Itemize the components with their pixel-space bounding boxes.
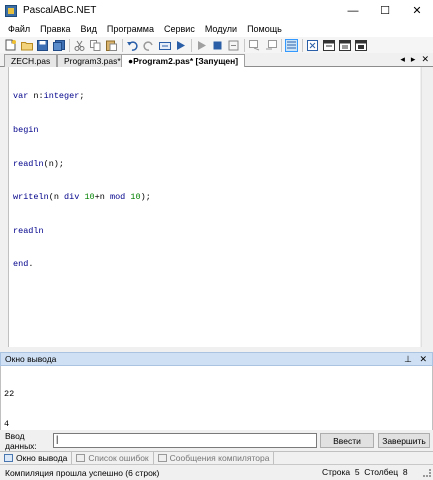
minimize-button[interactable]: — — [337, 0, 369, 21]
input-label: Ввод данных: — [5, 431, 37, 451]
enter-button[interactable]: Ввести — [320, 433, 374, 448]
tab-output-window-label: Окно вывода — [16, 453, 68, 463]
output-close-icon[interactable]: ✕ — [419, 353, 427, 365]
code-line: begin — [13, 125, 39, 135]
paste-icon[interactable] — [105, 39, 118, 52]
debug-icon[interactable] — [306, 39, 319, 52]
compiler-messages-icon — [157, 454, 167, 462]
input-row: Ввод данных: | Ввести Завершить — [0, 431, 433, 451]
cursor-position: Строка 5 Столбец 8 — [322, 467, 408, 477]
status-message: Компиляция прошла успешно (6 строк) — [5, 467, 160, 478]
tab-compiler-messages[interactable]: Сообщения компилятора — [154, 452, 275, 464]
editor-margin — [0, 67, 8, 347]
toolbar — [0, 37, 433, 53]
output-line: 4 — [4, 419, 10, 429]
step-into-icon[interactable] — [248, 39, 261, 52]
menu-edit[interactable]: Правка — [35, 21, 75, 37]
input-field[interactable]: | — [53, 433, 317, 448]
window-icon[interactable] — [322, 39, 335, 52]
status-bar: Компиляция прошла успешно (6 строк) Стро… — [0, 464, 433, 480]
open-icon[interactable] — [20, 39, 33, 52]
tab-error-list-label: Список ошибок — [88, 453, 149, 463]
maximize-button[interactable]: ☐ — [369, 0, 401, 21]
tab-zech[interactable]: ZECH.pas — [4, 54, 58, 67]
tab-close-icon[interactable]: ✕ — [421, 54, 429, 65]
menu-modules[interactable]: Модули — [200, 21, 242, 37]
tab-controls: ◂ ▸ ✕ — [400, 54, 429, 65]
undo-icon[interactable] — [126, 39, 139, 52]
title-bar: PascalABC.NET — ☐ ✕ — [0, 0, 433, 21]
toolbar-separator — [281, 38, 282, 52]
resize-grip-icon[interactable] — [423, 469, 431, 477]
output-panel-header: Окно вывода ⊥ ✕ — [0, 352, 433, 366]
new-file-icon[interactable] — [4, 39, 17, 52]
menu-bar: Файл Правка Вид Программа Сервис Модули … — [0, 21, 433, 37]
save-icon[interactable] — [36, 39, 49, 52]
step-icon[interactable] — [227, 39, 240, 52]
tab-compiler-messages-label: Сообщения компилятора — [169, 453, 270, 463]
menu-file[interactable]: Файл — [3, 21, 35, 37]
copy-icon[interactable] — [89, 39, 102, 52]
redo-icon[interactable] — [142, 39, 155, 52]
menu-help[interactable]: Помощь — [242, 21, 287, 37]
code-line: end. — [13, 259, 34, 270]
bottom-panel-tabs: Окно вывода Список ошибок Сообщения комп… — [0, 451, 433, 464]
toolbar-separator — [122, 38, 123, 52]
output-line: 22 — [4, 389, 15, 399]
editor-scrollbar[interactable] — [421, 67, 433, 347]
format-icon[interactable] — [285, 38, 298, 52]
close-button[interactable]: ✕ — [401, 0, 433, 21]
window-title: PascalABC.NET — [23, 5, 97, 16]
output-window-icon — [4, 454, 13, 462]
play-icon[interactable] — [195, 39, 208, 52]
tab-scroll-left-icon[interactable]: ◂ — [400, 54, 405, 65]
finish-button[interactable]: Завершить — [378, 433, 430, 448]
code-line: var n:integer; — [13, 91, 85, 102]
menu-service[interactable]: Сервис — [159, 21, 200, 37]
toolbar-separator — [302, 38, 303, 52]
tab-output-window[interactable]: Окно вывода — [0, 452, 73, 464]
tab-error-list[interactable]: Список ошибок — [72, 452, 154, 464]
toolbar-separator — [244, 38, 245, 52]
error-list-icon — [76, 454, 86, 462]
app-icon — [5, 4, 17, 17]
tab-scroll-right-icon[interactable]: ▸ — [411, 54, 416, 65]
stop-icon[interactable] — [211, 39, 224, 52]
window-controls: — ☐ ✕ — [337, 0, 433, 21]
output-panel-title: Окно вывода — [5, 354, 57, 364]
toolbar-separator — [69, 38, 70, 52]
step-over-icon[interactable] — [264, 39, 277, 52]
toolbar-separator — [191, 38, 192, 52]
tab-program3[interactable]: Program3.pas* — [57, 54, 128, 67]
compile-icon[interactable] — [158, 39, 171, 52]
pin-icon[interactable]: ⊥ — [404, 353, 412, 365]
code-line: readln(n); — [13, 158, 65, 169]
editor-tabs: ZECH.pas Program3.pas* ●Program2.pas* [З… — [0, 53, 433, 68]
save-all-icon[interactable] — [52, 39, 65, 52]
output-window: 22 4 — [0, 366, 433, 430]
window3-icon[interactable] — [354, 39, 367, 52]
code-text: var n:integer; begin readln(n); writeln(… — [9, 67, 420, 295]
cut-icon[interactable] — [73, 39, 86, 52]
tab-program2[interactable]: ●Program2.pas* [Запущен] — [121, 54, 246, 68]
run-icon[interactable] — [174, 39, 187, 52]
menu-program[interactable]: Программа — [102, 21, 159, 37]
code-line: writeln(n div 10+n mod 10); — [13, 192, 151, 203]
window2-icon[interactable] — [338, 39, 351, 52]
code-line: readln — [13, 225, 44, 236]
menu-view[interactable]: Вид — [76, 21, 102, 37]
code-editor[interactable]: var n:integer; begin readln(n); writeln(… — [8, 67, 420, 347]
